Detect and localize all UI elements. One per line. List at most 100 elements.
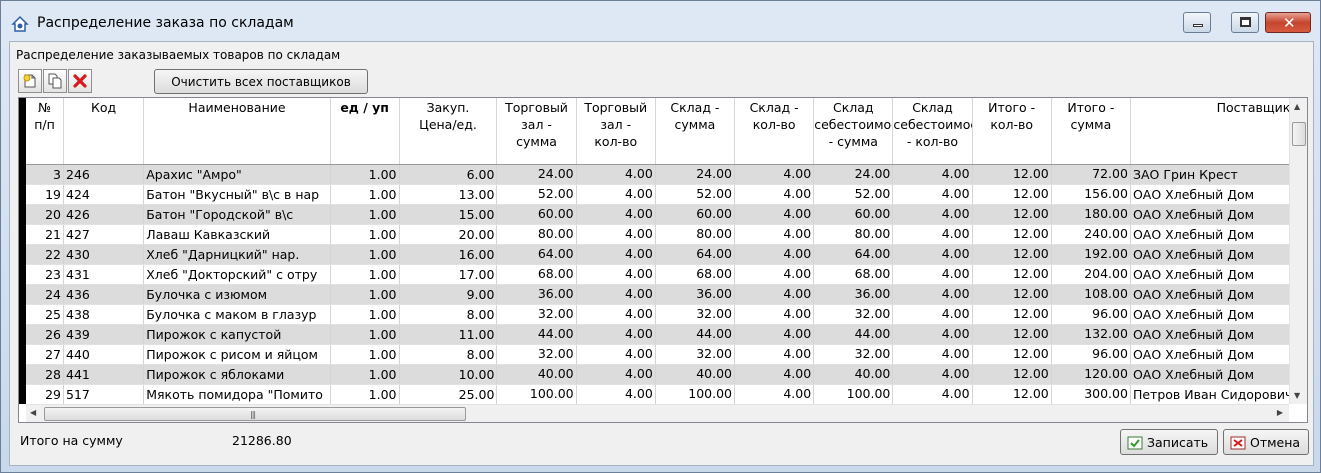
cell-sup[interactable]: ОАО Хлебный Дом [1130, 304, 1289, 325]
scroll-right-icon[interactable]: ▶ [1277, 408, 1283, 417]
cell-ts[interactable]: 44.00 [496, 324, 577, 345]
cell-price[interactable]: 9.00 [399, 284, 498, 305]
cell-tq[interactable]: 4.00 [576, 344, 656, 365]
cell-cs[interactable]: 24.00 [813, 164, 894, 185]
cell-sup[interactable]: ОАО Хлебный Дом [1130, 224, 1289, 245]
cell-tq[interactable]: 4.00 [576, 384, 656, 404]
column-header[interactable]: Торговый зал - сумма [496, 98, 577, 165]
maximize-button[interactable] [1231, 12, 1259, 33]
cell-name[interactable]: Батон "Городской" в\с [143, 204, 331, 225]
scroll-up-icon[interactable]: ▲ [1294, 102, 1300, 111]
column-header[interactable]: Склад себестоимос - сумма [813, 98, 894, 165]
cell-unit[interactable]: 1.00 [330, 224, 400, 245]
cell-tq[interactable]: 4.00 [576, 364, 656, 385]
table-row[interactable]: 21 427 Лаваш Кавказский 1.00 20.00 80.00 4.00 8… [26, 224, 1289, 245]
cell-n[interactable]: 20 [26, 204, 64, 225]
cell-cq[interactable]: 4.00 [892, 204, 973, 225]
cell-n[interactable]: 23 [26, 264, 64, 285]
cell-unit[interactable]: 1.00 [330, 244, 400, 265]
cell-code[interactable]: 439 [63, 324, 145, 345]
table-row[interactable]: 20 426 Батон "Городской" в\с 1.00 15.00 60.00… [26, 204, 1289, 225]
cell-name[interactable]: Мякоть помидора "Помито [143, 384, 331, 404]
cell-price[interactable]: 6.00 [399, 164, 498, 185]
close-button[interactable]: ✕ [1265, 12, 1311, 33]
cell-is[interactable]: 240.00 [1051, 224, 1131, 245]
cell-is[interactable]: 72.00 [1051, 164, 1131, 185]
cell-iq[interactable]: 12.00 [972, 184, 1052, 205]
cell-price[interactable]: 17.00 [399, 264, 498, 285]
table-row[interactable]: 26 439 Пирожок с капустой 1.00 11.00 44.00 4.0… [26, 324, 1289, 345]
cell-sup[interactable]: ОАО Хлебный Дом [1130, 184, 1289, 205]
cell-code[interactable]: 426 [63, 204, 145, 225]
cell-unit[interactable]: 1.00 [330, 284, 400, 305]
cell-ts[interactable]: 64.00 [496, 244, 577, 265]
cell-tq[interactable]: 4.00 [576, 264, 656, 285]
cell-sq[interactable]: 4.00 [734, 264, 815, 285]
column-header[interactable]: Склад - кол-во [734, 98, 815, 165]
cell-tq[interactable]: 4.00 [576, 204, 656, 225]
cell-ts[interactable]: 68.00 [496, 264, 577, 285]
column-header[interactable]: Итого - кол-во [972, 98, 1052, 165]
copy-row-button[interactable] [43, 69, 67, 93]
vertical-scroll-thumb[interactable] [1292, 122, 1306, 146]
cell-cs[interactable]: 64.00 [813, 244, 894, 265]
cell-iq[interactable]: 12.00 [972, 384, 1052, 404]
cell-unit[interactable]: 1.00 [330, 344, 400, 365]
cell-n[interactable]: 24 [26, 284, 64, 305]
cell-n[interactable]: 3 [26, 164, 64, 185]
cell-cs[interactable]: 36.00 [813, 284, 894, 305]
table-row[interactable]: 25 438 Булочка с маком в глазур 1.00 8.00 32.… [26, 304, 1289, 325]
cell-is[interactable]: 300.00 [1051, 384, 1131, 404]
column-header[interactable]: Склад себестоимос - кол-во [892, 98, 973, 165]
scroll-left-icon[interactable]: ◀ [30, 408, 36, 417]
table-row[interactable]: 3 246 Арахис "Амро" 1.00 6.00 24.00 4.00 24.00 4… [26, 164, 1289, 185]
cell-name[interactable]: Хлеб "Докторский" с отру [143, 264, 331, 285]
cell-sup[interactable]: ОАО Хлебный Дом [1130, 244, 1289, 265]
cell-name[interactable]: Лаваш Кавказский [143, 224, 331, 245]
cell-code[interactable]: 441 [63, 364, 145, 385]
cell-n[interactable]: 19 [26, 184, 64, 205]
cell-ss[interactable]: 32.00 [655, 304, 736, 325]
cell-sq[interactable]: 4.00 [734, 164, 815, 185]
cell-sup[interactable]: ЗАО Грин Крест [1130, 164, 1289, 185]
cell-tq[interactable]: 4.00 [576, 304, 656, 325]
cell-unit[interactable]: 1.00 [330, 304, 400, 325]
cell-tq[interactable]: 4.00 [576, 244, 656, 265]
minimize-button[interactable] [1183, 12, 1211, 33]
cell-ts[interactable]: 60.00 [496, 204, 577, 225]
table-row[interactable]: 19 424 Батон "Вкусный" в\с в нар 1.00 13.00 5… [26, 184, 1289, 205]
clear-suppliers-button[interactable]: Очистить всех поставщиков [154, 69, 368, 94]
cell-cs[interactable]: 40.00 [813, 364, 894, 385]
cell-ss[interactable]: 80.00 [655, 224, 736, 245]
cell-sq[interactable]: 4.00 [734, 384, 815, 404]
cell-price[interactable]: 8.00 [399, 304, 498, 325]
column-header[interactable]: Наименование [143, 98, 331, 165]
cell-name[interactable]: Арахис "Амро" [143, 164, 331, 185]
cell-sup[interactable]: ОАО Хлебный Дом [1130, 324, 1289, 345]
cell-ts[interactable]: 40.00 [496, 364, 577, 385]
cell-iq[interactable]: 12.00 [972, 264, 1052, 285]
cell-ts[interactable]: 32.00 [496, 304, 577, 325]
cancel-button[interactable]: Отмена [1223, 429, 1309, 455]
cell-code[interactable]: 438 [63, 304, 145, 325]
cell-unit[interactable]: 1.00 [330, 264, 400, 285]
cell-ss[interactable]: 52.00 [655, 184, 736, 205]
table-row[interactable]: 27 440 Пирожок с рисом и яйцом 1.00 8.00 32.0… [26, 344, 1289, 365]
cell-price[interactable]: 8.00 [399, 344, 498, 365]
cell-sq[interactable]: 4.00 [734, 244, 815, 265]
cell-cs[interactable]: 60.00 [813, 204, 894, 225]
cell-cq[interactable]: 4.00 [892, 164, 973, 185]
cell-sq[interactable]: 4.00 [734, 204, 815, 225]
cell-name[interactable]: Батон "Вкусный" в\с в нар [143, 184, 331, 205]
column-header[interactable]: Код [63, 98, 145, 165]
cell-n[interactable]: 26 [26, 324, 64, 345]
cell-ts[interactable]: 100.00 [496, 384, 577, 404]
cell-is[interactable]: 96.00 [1051, 344, 1131, 365]
cell-ss[interactable]: 36.00 [655, 284, 736, 305]
cell-ss[interactable]: 60.00 [655, 204, 736, 225]
cell-ts[interactable]: 32.00 [496, 344, 577, 365]
table-row[interactable]: 29 517 Мякоть помидора "Помито 1.00 25.00 100… [26, 384, 1289, 404]
cell-ss[interactable]: 44.00 [655, 324, 736, 345]
column-header[interactable]: ед / уп [330, 98, 400, 165]
cell-cq[interactable]: 4.00 [892, 224, 973, 245]
